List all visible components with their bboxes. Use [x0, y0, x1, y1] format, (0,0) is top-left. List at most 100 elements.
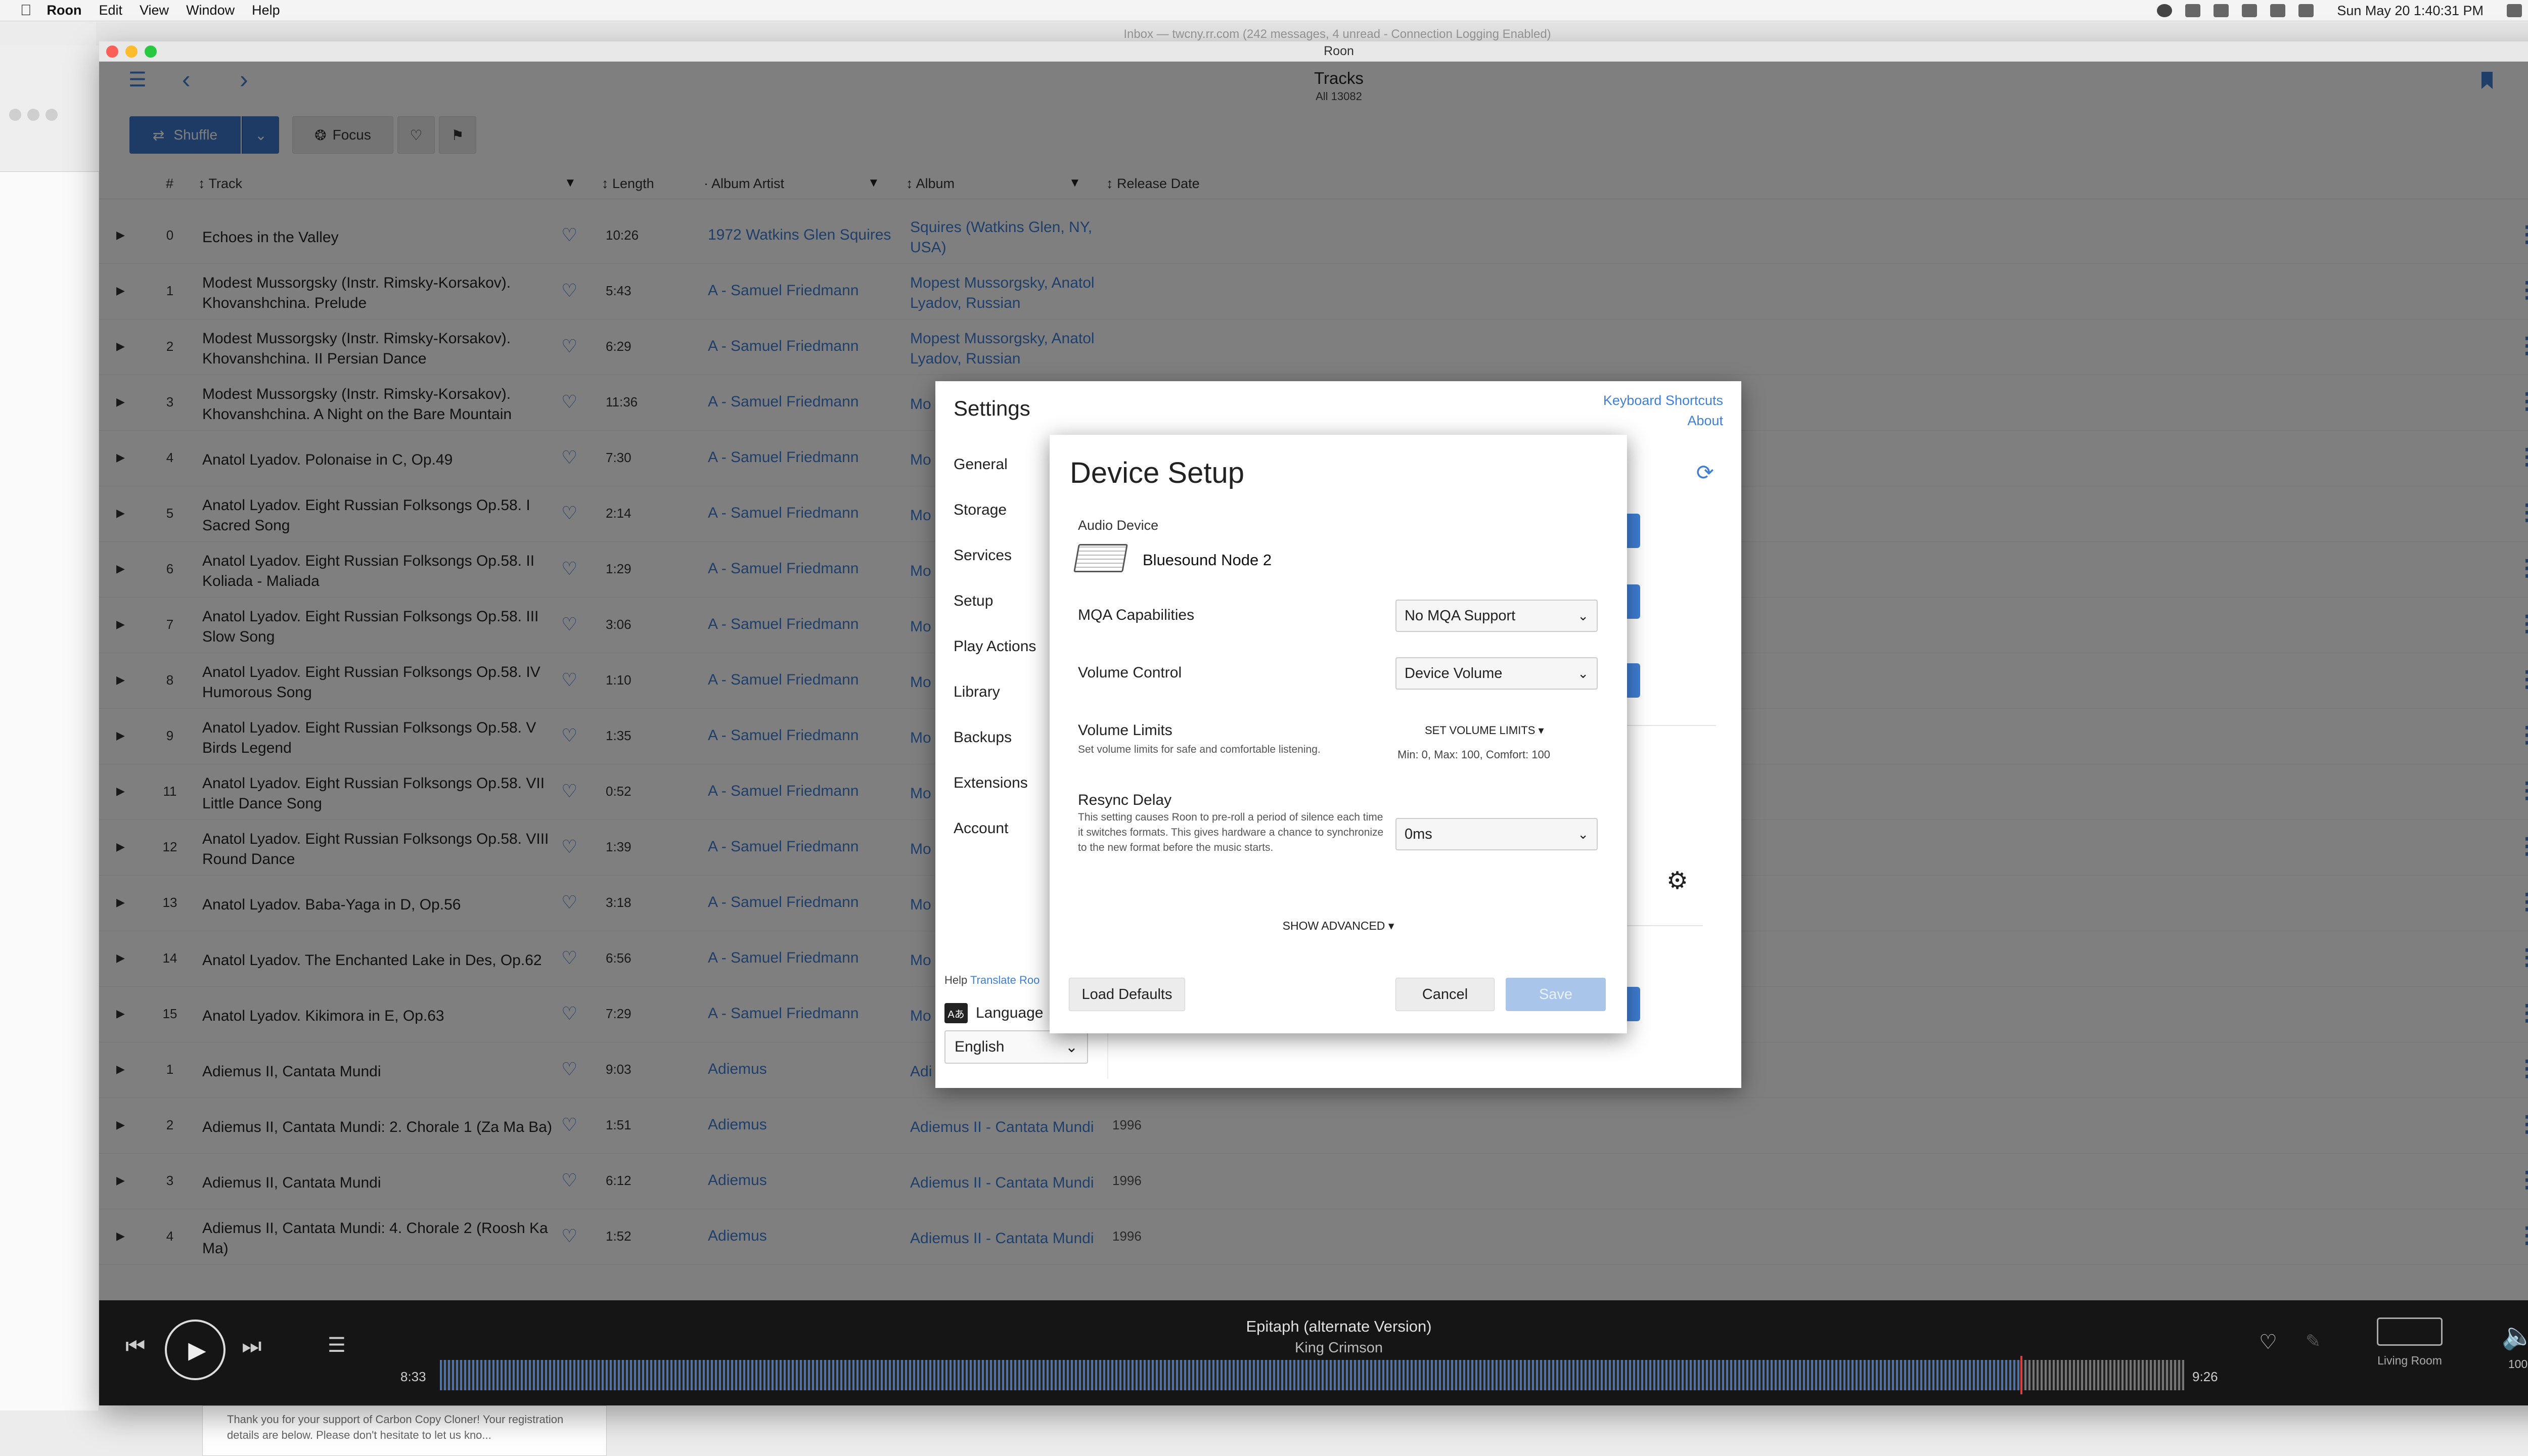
resync-delay-description: This setting causes Roon to pre-roll a p… [1078, 811, 1384, 853]
help-label: Help [944, 974, 968, 986]
gears-icon[interactable]: ⚙ [1666, 867, 1688, 895]
network-icon[interactable] [2214, 4, 2229, 17]
about-link[interactable]: About [1603, 411, 1723, 431]
section-divider [1627, 725, 1716, 726]
mqa-value: No MQA Support [1405, 607, 1516, 624]
speaker-icon: 🔈 [2501, 1322, 2528, 1351]
keyboard-shortcuts-link[interactable]: Keyboard Shortcuts [1603, 390, 1723, 411]
zone-name: Living Room [2377, 1354, 2442, 1367]
volume-limits-description: Set volume limits for safe and comfortab… [1078, 744, 1321, 755]
settings-nav-services[interactable]: Services [935, 533, 1052, 578]
total-time: 9:26 [2192, 1369, 2218, 1384]
apple-icon[interactable]:  [20, 2, 32, 19]
load-defaults-button[interactable]: Load Defaults [1069, 978, 1185, 1011]
settings-nav-general[interactable]: General [935, 442, 1052, 487]
now-playing-title[interactable]: Epitaph (alternate Version) [99, 1317, 2528, 1336]
chevron-down-icon: ▾ [1388, 919, 1394, 932]
settings-nav-storage[interactable]: Storage [935, 487, 1052, 533]
waveform-seekbar[interactable] [440, 1360, 2020, 1390]
resync-delay-value: 0ms [1405, 826, 1432, 842]
device-enable-button[interactable] [1627, 584, 1640, 619]
dialog-title: Device Setup [1070, 457, 1244, 489]
menu-edit[interactable]: Edit [99, 3, 122, 18]
menu-help[interactable]: Help [252, 3, 280, 18]
refresh-icon[interactable]: ⟳ [1696, 460, 1714, 485]
display-icon[interactable] [2185, 4, 2201, 17]
device-name: Bluesound Node 2 [1143, 551, 1272, 569]
elapsed-time: 8:33 [400, 1369, 426, 1384]
wifi-icon[interactable] [2242, 4, 2258, 17]
background-window-sidebar [0, 46, 99, 1410]
settings-nav: General Storage Services Setup Play Actions L… [935, 442, 1483, 851]
device-icon [1073, 544, 1128, 572]
device-enable-button[interactable] [1627, 514, 1640, 548]
volume-control[interactable]: 🔈 100 [2493, 1321, 2528, 1371]
background-traffic-lights [9, 109, 58, 121]
audio-device-label: Audio Device [1078, 518, 1159, 533]
chevron-down-icon: ⌄ [1577, 665, 1589, 681]
section-divider [1627, 925, 1703, 926]
language-row: Aあ Language [944, 1003, 1043, 1023]
zone-selector[interactable]: Living Room [2374, 1317, 2445, 1368]
player-bar: ⏮ ▶ ⏭ ☰ Epitaph (alternate Version) King… [99, 1300, 2528, 1405]
minimize-window-button[interactable] [125, 46, 138, 58]
settings-nav-play-actions[interactable]: Play Actions [935, 624, 1052, 669]
show-advanced-label: SHOW ADVANCED [1282, 919, 1385, 932]
roon-titlebar: Roon [99, 41, 2528, 62]
set-volume-limits-button[interactable]: SET VOLUME LIMITS ▾ [1425, 724, 1544, 737]
settings-nav-extensions[interactable]: Extensions [935, 760, 1052, 806]
mqa-select[interactable]: No MQA Support ⌄ [1395, 600, 1598, 632]
menu-window[interactable]: Window [186, 3, 235, 18]
resync-delay-label: Resync Delay [1078, 792, 1172, 808]
pencil-icon[interactable]: ✎ [2306, 1331, 2321, 1352]
waveform-remaining[interactable] [2020, 1360, 2184, 1390]
close-window-button[interactable] [106, 46, 118, 58]
device-enable-button[interactable] [1627, 663, 1640, 698]
language-select[interactable]: English ⌄ [944, 1030, 1088, 1064]
language-label: Language [976, 1005, 1044, 1021]
tray-app-icon[interactable] [2157, 4, 2173, 17]
heart-icon[interactable]: ♡ [2259, 1331, 2277, 1354]
window-title: Roon [1324, 44, 1354, 58]
translate-link[interactable]: Translate Roo [970, 974, 1040, 986]
menu-roon[interactable]: Roon [47, 3, 82, 18]
status-tray: Sun May 20 1:40:31 PM [2157, 0, 2528, 21]
chevron-down-icon: ⌄ [1577, 826, 1589, 842]
eject-icon[interactable] [2270, 4, 2286, 17]
now-playing-artist[interactable]: King Crimson [99, 1340, 2528, 1356]
speaker-device-icon [2377, 1317, 2443, 1346]
language-icon: Aあ [944, 1003, 968, 1023]
menu-view[interactable]: View [140, 3, 169, 18]
settings-links: Keyboard Shortcuts About [1603, 390, 1723, 431]
menu-clock[interactable]: Sun May 20 1:40:31 PM [2337, 3, 2484, 19]
chevron-down-icon: ⌄ [1577, 608, 1589, 623]
volume-limits-summary: Min: 0, Max: 100, Comfort: 100 [1397, 748, 1551, 761]
volume-control-value: Device Volume [1405, 665, 1503, 681]
language-value: English [955, 1038, 1005, 1055]
volume-limits-label: Volume Limits [1078, 722, 1172, 739]
show-advanced-toggle[interactable]: SHOW ADVANCED ▾ [1050, 919, 1627, 933]
settings-nav-backups[interactable]: Backups [935, 715, 1052, 760]
set-volume-limits-label: SET VOLUME LIMITS [1425, 724, 1536, 737]
chevron-down-icon: ▾ [1538, 724, 1544, 737]
spotlight-icon[interactable] [2507, 4, 2522, 17]
help-translate: Help Translate Roo [944, 974, 1040, 987]
volume-control-select[interactable]: Device Volume ⌄ [1395, 657, 1598, 690]
settings-nav-setup[interactable]: Setup [935, 578, 1052, 624]
zoom-window-button[interactable] [145, 46, 157, 58]
volume-icon[interactable] [2298, 4, 2314, 17]
cancel-button[interactable]: Cancel [1395, 978, 1495, 1011]
mqa-label: MQA Capabilities [1078, 607, 1195, 623]
playhead[interactable] [2020, 1356, 2022, 1394]
resync-delay-select[interactable]: 0ms ⌄ [1395, 818, 1598, 850]
macos-menu-bar:  Roon Edit View Window Help Sun May 20 … [0, 0, 2528, 21]
settings-title: Settings [954, 396, 1030, 420]
settings-nav-library[interactable]: Library [935, 669, 1052, 715]
background-mail-snippet[interactable]: Thank you for your support of Carbon Cop… [202, 1405, 607, 1456]
traffic-lights [106, 46, 157, 58]
save-button[interactable]: Save [1506, 978, 1606, 1011]
background-window-toolbar [0, 46, 99, 172]
settings-nav-account[interactable]: Account [935, 806, 1052, 851]
volume-level: 100 [2508, 1357, 2528, 1371]
device-enable-button[interactable] [1627, 987, 1640, 1021]
